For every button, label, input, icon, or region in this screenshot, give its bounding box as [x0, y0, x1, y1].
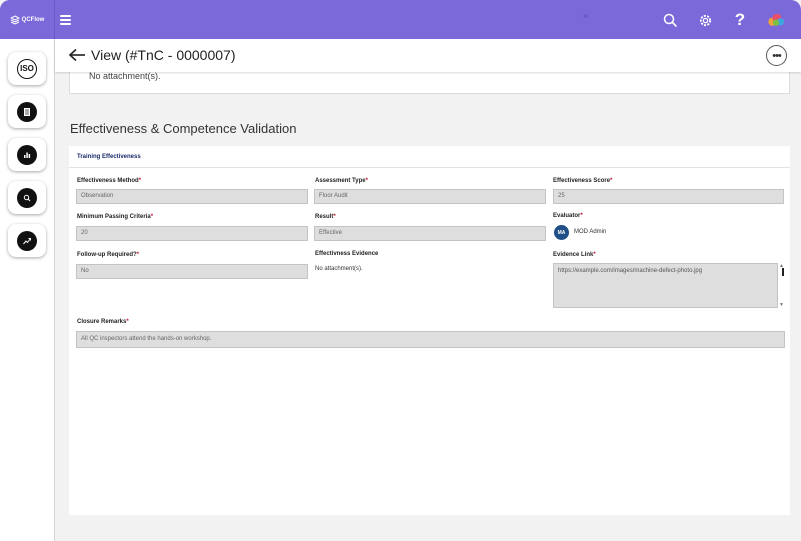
trend-icon [17, 230, 37, 251]
evaluator-label: Evaluator* [553, 213, 583, 219]
minimum-passing-label: Minimum Passing Criteria* [77, 214, 154, 220]
evidence-empty-text: No attachment(s). [315, 266, 363, 272]
page-header: View (#TnC - 0000007) ••• [55, 39, 801, 72]
page-title: View (#TnC - 0000007) [91, 47, 236, 63]
card-subtitle: Training Effectiveness [77, 154, 141, 160]
document-icon [17, 101, 37, 122]
effectiveness-score-label: Effectiveness Score* [553, 178, 613, 184]
scroll-down-icon[interactable]: ▼ [779, 302, 784, 308]
sidebar-item-iso[interactable]: ISO [8, 52, 46, 85]
effectiveness-method-field[interactable]: Observation [76, 189, 308, 204]
result-label: Result* [315, 214, 336, 220]
sidebar-item-trends[interactable] [8, 224, 46, 257]
assessment-type-label: Assessment Type* [315, 178, 368, 184]
evidence-link-text: https://example.com/images/machine-defec… [558, 268, 703, 274]
gear-icon[interactable] [696, 11, 714, 29]
bar-chart-icon [17, 144, 37, 165]
menu-toggle-icon[interactable] [60, 15, 71, 25]
close-mark-icon: × [583, 11, 589, 21]
back-arrow-icon[interactable] [68, 48, 86, 62]
followup-label: Follow-up Required?* [77, 252, 140, 258]
assessment-type-field[interactable]: Floor Audit [314, 189, 546, 204]
avatar: MA [554, 225, 569, 240]
brand-logo[interactable]: QCFlow [0, 0, 55, 39]
scrollbar-thumb[interactable] [782, 268, 784, 276]
cloud-app-icon[interactable] [767, 11, 785, 29]
ellipsis-icon: ••• [772, 49, 782, 62]
textarea-scrollbar[interactable]: ▲ ▼ [778, 263, 786, 308]
effectiveness-score-field[interactable]: 25 [553, 189, 784, 204]
sidebar: ISO [0, 39, 55, 541]
effectiveness-method-label: Effectiveness Method* [77, 178, 142, 184]
followup-field[interactable]: No [76, 264, 308, 279]
brand-name: QCFlow [21, 16, 45, 23]
closure-remarks-label: Closure Remarks* [77, 319, 129, 325]
search-icon[interactable] [661, 11, 679, 29]
iso-icon: ISO [17, 58, 37, 79]
evidence-label: Effectivness Evidence [315, 251, 379, 257]
result-field[interactable]: Effective [314, 226, 546, 241]
attachments-empty-text: No attachment(s). [89, 71, 161, 81]
evidence-link-label: Evidence Link* [553, 252, 596, 258]
sidebar-item-reports[interactable] [8, 138, 46, 171]
section-title: Effectiveness & Competence Validation [70, 121, 297, 136]
layers-icon [9, 14, 20, 25]
top-bar: QCFlow × ? [0, 0, 801, 39]
minimum-passing-field[interactable]: 20 [76, 226, 308, 241]
help-icon[interactable]: ? [731, 11, 749, 29]
evidence-link-textarea[interactable]: https://example.com/images/machine-defec… [553, 263, 778, 308]
sidebar-item-documents[interactable] [8, 95, 46, 128]
evaluator-name: MOD Admin [574, 229, 607, 235]
more-options-button[interactable]: ••• [766, 45, 787, 66]
closure-remarks-field[interactable]: All QC inspectors attend the hands-on wo… [76, 331, 785, 348]
sidebar-item-search[interactable] [8, 181, 46, 214]
divider [69, 167, 790, 168]
search-icon [17, 187, 37, 208]
training-effectiveness-card: Training Effectiveness Effectiveness Met… [69, 146, 790, 515]
